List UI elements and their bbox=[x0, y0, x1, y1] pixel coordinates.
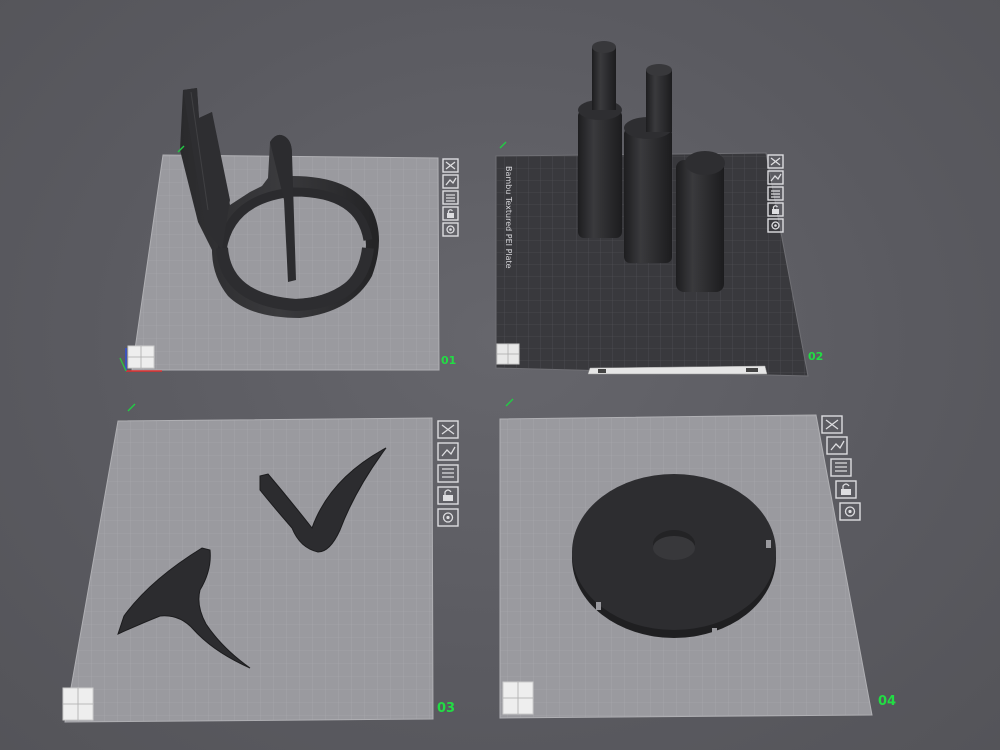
plate-03-close-button[interactable] bbox=[437, 420, 459, 439]
plate-origin-marker bbox=[496, 343, 520, 365]
plate-04-edit-icon[interactable] bbox=[505, 398, 514, 407]
plate-01-lock-button[interactable] bbox=[442, 206, 459, 221]
plate-02[interactable]: Bambu Textured PEI Plate 02 bbox=[495, 41, 823, 377]
orient-icon bbox=[442, 468, 454, 478]
arrange-icon bbox=[770, 173, 782, 182]
close-icon bbox=[825, 419, 839, 430]
plate-04-arrange-button[interactable] bbox=[826, 436, 848, 455]
model-peg-1[interactable] bbox=[578, 41, 622, 238]
scene-canvas[interactable]: 01 Bambu Textured PEI Plate 02 03 04 bbox=[0, 0, 1000, 750]
close-icon bbox=[770, 157, 781, 166]
plate-04-orient-button[interactable] bbox=[830, 458, 852, 477]
orient-icon bbox=[446, 194, 455, 202]
close-icon bbox=[445, 161, 456, 170]
plate-01-settings-button[interactable] bbox=[442, 222, 459, 237]
arrange-icon bbox=[445, 177, 457, 186]
plate-01[interactable]: 01 bbox=[119, 88, 459, 372]
arrange-icon bbox=[441, 446, 456, 457]
3d-viewport[interactable]: 01 Bambu Textured PEI Plate 02 03 04 bbox=[0, 0, 1000, 750]
plate-01-arrange-button[interactable] bbox=[442, 174, 459, 189]
arrange-icon bbox=[830, 440, 845, 451]
model-peg-3[interactable] bbox=[676, 151, 725, 292]
plate-number-03: 03 bbox=[437, 701, 455, 716]
plate-01-close-button[interactable] bbox=[442, 158, 459, 173]
plate-number-01: 01 bbox=[441, 354, 456, 367]
plate-type-label: Bambu Textured PEI Plate bbox=[504, 166, 513, 269]
plate-04-settings-button[interactable] bbox=[839, 502, 861, 521]
plate-01-orient-button[interactable] bbox=[442, 190, 459, 205]
plate-03-orient-button[interactable] bbox=[437, 464, 459, 483]
lock-icon bbox=[772, 209, 779, 214]
close-icon bbox=[441, 424, 455, 435]
plate-03-arrange-button[interactable] bbox=[437, 442, 459, 461]
plate-origin-marker bbox=[62, 687, 94, 721]
plate-number-02: 02 bbox=[808, 350, 823, 363]
plate-03-lock-button[interactable] bbox=[437, 486, 459, 505]
plate-04-lock-button[interactable] bbox=[835, 480, 857, 499]
plate-number-04: 04 bbox=[878, 694, 896, 709]
lock-icon bbox=[841, 489, 851, 495]
model-peg-2[interactable] bbox=[624, 64, 672, 263]
plate-02-edit-icon[interactable] bbox=[499, 141, 507, 149]
plate-03-settings-button[interactable] bbox=[437, 508, 459, 527]
plate-origin-marker bbox=[502, 681, 534, 715]
plate-04[interactable]: 04 bbox=[499, 398, 896, 719]
lock-icon bbox=[447, 213, 454, 218]
plate-04-close-button[interactable] bbox=[821, 415, 843, 434]
plate-03-edit-icon[interactable] bbox=[127, 403, 136, 412]
plate-02-close-button[interactable] bbox=[767, 154, 784, 169]
plate-origin-marker bbox=[127, 345, 155, 369]
lock-icon bbox=[443, 495, 453, 501]
orient-icon bbox=[835, 462, 847, 472]
model-disc[interactable] bbox=[572, 474, 776, 638]
plate-03[interactable]: 03 bbox=[62, 403, 459, 723]
